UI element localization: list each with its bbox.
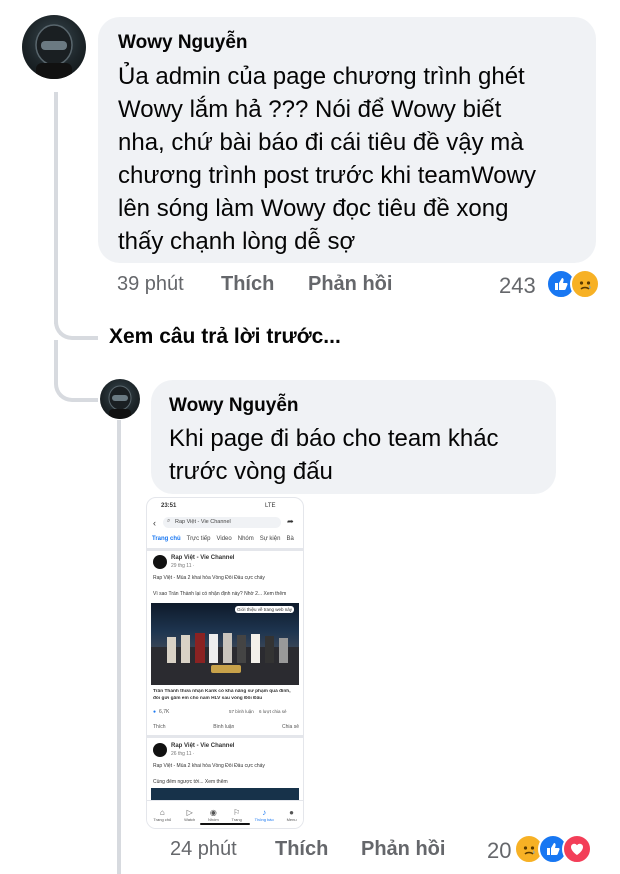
comment-text: Ủa admin của page chương trình ghét Wowy… bbox=[118, 60, 588, 258]
post-comment-count[interactable]: 57 bình luận bbox=[229, 709, 254, 714]
post-image[interactable] bbox=[151, 788, 299, 800]
nav-watch[interactable]: ▷ Watch bbox=[184, 808, 195, 822]
love-icon bbox=[562, 834, 592, 864]
nav-label: Trang bbox=[231, 817, 242, 822]
comment-line: Ủa admin của page chương trình ghét bbox=[118, 63, 525, 90]
comment-line: nha, chứ bài báo đi cái tiêu đề vậy mà bbox=[118, 129, 524, 156]
post-page-name[interactable]: Rap Việt - Vie Channel bbox=[171, 555, 234, 561]
nav-label: Trang chủ bbox=[153, 817, 172, 822]
like-button[interactable]: Thích bbox=[221, 273, 274, 296]
post-text: Rap Việt - Mùa 2 khai hỏa Vòng Đối Đầu c… bbox=[153, 763, 265, 769]
home-icon: ⌂ bbox=[159, 808, 165, 817]
watch-icon: ▷ bbox=[186, 808, 193, 817]
post-date: 29 thg 11 · bbox=[171, 563, 195, 569]
view-previous-replies[interactable]: Xem câu trả lời trước... bbox=[109, 325, 341, 349]
reaction-summary[interactable]: ● 6,7K bbox=[153, 709, 169, 715]
reaction-count[interactable]: 243 bbox=[499, 273, 536, 299]
nav-notifications[interactable]: ♪ Thông báo bbox=[255, 808, 274, 822]
tab-events[interactable]: Sự kiện bbox=[260, 536, 281, 542]
home-indicator bbox=[200, 823, 250, 825]
comment-line: lên sóng làm Wowy đọc tiêu đề xong bbox=[118, 195, 509, 222]
post-like-count: 6,7K bbox=[159, 709, 170, 715]
tab-groups[interactable]: Nhóm bbox=[238, 536, 254, 542]
avatar[interactable] bbox=[100, 379, 140, 419]
page-tabs: Trang chủ Trực tiếp Video Nhóm Sự kiện B… bbox=[152, 536, 302, 542]
comment-bubble: Wowy Nguyễn Ủa admin của page chương trì… bbox=[98, 17, 596, 263]
reactions[interactable] bbox=[514, 834, 592, 864]
nav-menu[interactable]: ● Menu bbox=[287, 808, 297, 822]
page-avatar[interactable] bbox=[153, 555, 167, 569]
post-text: Vì sao Trấn Thành lại có nhận định này? … bbox=[153, 591, 287, 597]
avatar[interactable] bbox=[22, 15, 86, 79]
nav-label: Thông báo bbox=[254, 817, 274, 822]
nav-home[interactable]: ⌂ Trang chủ bbox=[153, 808, 171, 822]
comment-line: Wowy lắm hả ??? Nói để Wowy biết bbox=[118, 96, 502, 123]
helmet-icon bbox=[108, 385, 132, 419]
post-share-button[interactable]: Chia sẻ bbox=[282, 724, 299, 730]
share-icon[interactable]: ➦ bbox=[287, 517, 294, 526]
tab-live[interactable]: Trực tiếp bbox=[187, 536, 211, 542]
nav-label: Nhóm bbox=[208, 817, 219, 822]
reactions[interactable] bbox=[546, 269, 600, 299]
reply-author[interactable]: Wowy Nguyễn bbox=[169, 395, 299, 417]
reply-button[interactable]: Phản hồi bbox=[308, 273, 392, 296]
sad-icon bbox=[570, 269, 600, 299]
flag-icon: ⚐ bbox=[233, 808, 241, 817]
thread-curve-2 bbox=[54, 362, 98, 402]
reply-bubble: Wowy Nguyễn Khi page đi báo cho team khá… bbox=[151, 380, 556, 494]
performers-graphic bbox=[151, 633, 299, 685]
comment-line: thấy chạnh lòng dễ sợ bbox=[118, 228, 356, 255]
attached-screenshot[interactable]: 23:51 LTE ‹ ⌕ Rap Việt - Vie Channel ➦ T… bbox=[146, 497, 304, 829]
post-caption: Trấn Thành thừa nhận Karik có khả năng s… bbox=[153, 689, 291, 694]
post-text: Cùng đếm ngược tới... Xem thêm bbox=[153, 779, 228, 785]
nav-label: Menu bbox=[286, 817, 297, 822]
reply-button[interactable]: Phản hồi bbox=[361, 838, 445, 861]
back-icon[interactable]: ‹ bbox=[153, 518, 156, 528]
thread-line-reply bbox=[117, 420, 121, 874]
post-actions: Thích Bình luận Chia sẻ bbox=[153, 724, 299, 730]
thread-curve-1 bbox=[54, 300, 98, 340]
post-like-button[interactable]: Thích bbox=[153, 724, 166, 730]
search-field[interactable]: ⌕ Rap Việt - Vie Channel bbox=[163, 517, 281, 528]
groups-icon: ◉ bbox=[209, 808, 217, 817]
like-button[interactable]: Thích bbox=[275, 838, 328, 861]
post-comment-button[interactable]: Bình luận bbox=[213, 724, 234, 730]
search-icon: ⌕ bbox=[167, 518, 171, 524]
comment-line: chương trình post trước khi teamWowy bbox=[118, 162, 536, 189]
nav-groups[interactable]: ◉ Nhóm bbox=[208, 808, 219, 822]
comment-time: 39 phút bbox=[117, 273, 184, 295]
reply-time: 24 phút bbox=[170, 838, 237, 860]
comment-author[interactable]: Wowy Nguyễn bbox=[118, 32, 248, 54]
menu-icon: ● bbox=[289, 808, 294, 817]
reply-line: Khi page đi báo cho team khác bbox=[169, 425, 499, 452]
nav-label: Watch bbox=[184, 817, 196, 822]
divider bbox=[147, 548, 303, 551]
helmet-icon bbox=[35, 24, 73, 79]
post-share-count[interactable]: 6 lượt chia sẻ bbox=[259, 709, 286, 714]
tab-more[interactable]: Bà bbox=[286, 536, 293, 542]
status-time: 23:51 bbox=[161, 503, 177, 509]
page-avatar[interactable] bbox=[153, 743, 167, 757]
reaction-count[interactable]: 20 bbox=[487, 838, 511, 864]
tab-video[interactable]: Video bbox=[216, 536, 231, 542]
post-text: Rap Việt - Mùa 2 khai hỏa Vòng Đối Đầu c… bbox=[153, 575, 265, 581]
tab-home[interactable]: Trang chủ bbox=[152, 536, 181, 542]
bell-icon: ♪ bbox=[262, 808, 267, 817]
nav-pages[interactable]: ⚐ Trang bbox=[232, 808, 242, 822]
post-date: 26 thg 11 · bbox=[171, 751, 195, 757]
divider bbox=[147, 735, 303, 738]
status-network: LTE bbox=[265, 503, 276, 509]
like-icon: ● bbox=[153, 709, 157, 715]
reply-line: trước vòng đấu bbox=[169, 458, 333, 485]
post-image[interactable]: Giới thiệu về trang web này bbox=[151, 603, 299, 685]
post-page-name[interactable]: Rap Việt - Vie Channel bbox=[171, 743, 234, 749]
search-text: Rap Việt - Vie Channel bbox=[175, 519, 231, 525]
post-caption: đôi gửi gắm em cho nam HLV sau vòng Đối … bbox=[153, 696, 263, 701]
reply-text: Khi page đi báo cho team khác trước vòng… bbox=[169, 422, 549, 488]
thread-line-main bbox=[54, 92, 58, 324]
